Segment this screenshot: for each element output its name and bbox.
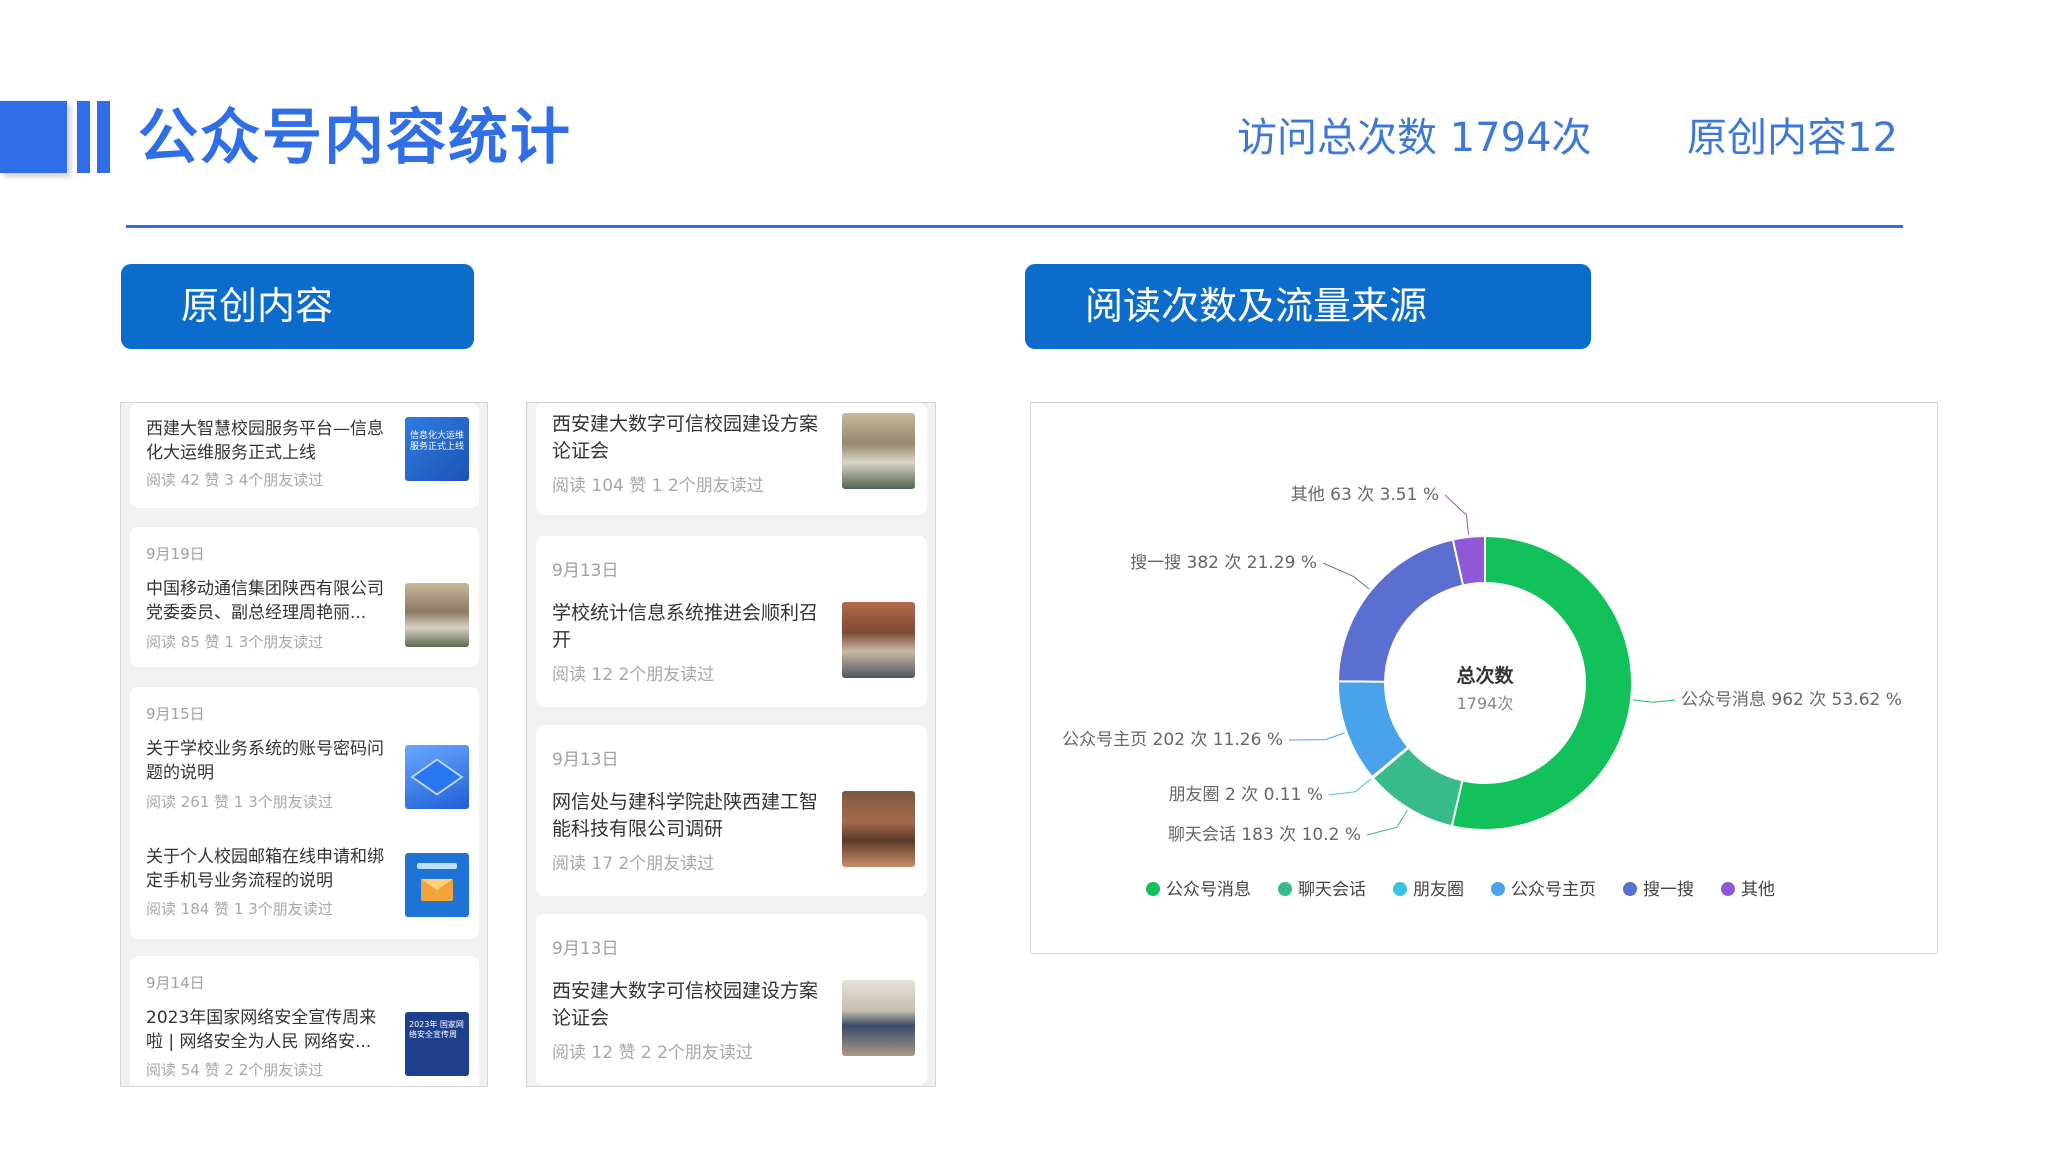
legend-label: 公众号主页 [1511, 880, 1596, 900]
leader-line-3 [1288, 732, 1345, 741]
slice-label-1: 聊天会话 183 次 10.2 % [1168, 825, 1361, 845]
legend-label: 朋友圈 [1413, 880, 1464, 900]
legend-item-0[interactable]: 公众号消息 [1146, 880, 1251, 900]
legend-item-3[interactable]: 公众号主页 [1491, 880, 1596, 900]
article-title[interactable]: 关于个人校园邮箱在线申请和绑定手机号业务流程的说明 [146, 845, 386, 893]
header-decor-block [0, 101, 67, 173]
article-list-column-1[interactable]: 西建大智慧校园服务平台—信息化大运维服务正式上线 阅读 42 赞 3 4个朋友读… [120, 402, 488, 1087]
donut-slice-4[interactable] [1336, 538, 1465, 683]
article-meta: 阅读 12 赞 2 2个朋友读过 [552, 1043, 753, 1063]
article-meta: 阅读 261 赞 1 3个朋友读过 [146, 793, 333, 811]
legend-marker [1278, 882, 1292, 896]
chart-center-total: 1794次 [1457, 694, 1514, 713]
article-title[interactable]: 西安建大数字可信校园建设方案论证会 [552, 978, 827, 1032]
chart-center-title: 总次数 [1456, 664, 1514, 687]
total-visits-stat: 访问总次数 1794次 [1237, 112, 1592, 164]
article-card[interactable]: 9月13日 网信处与建科学院赴陕西建工智能科技有限公司调研 阅读 17 2个朋友… [536, 725, 927, 896]
leader-line-4 [1322, 562, 1370, 590]
article-thumbnail[interactable]: 2023年 国家网络安全宣传周 [405, 1012, 469, 1076]
legend-label: 其他 [1741, 880, 1775, 900]
legend-label: 聊天会话 [1298, 880, 1366, 900]
article-date: 9月19日 [146, 545, 205, 563]
header-decor-bar [97, 101, 110, 173]
page-title: 公众号内容统计 [138, 103, 572, 173]
article-date: 9月14日 [146, 974, 205, 992]
legend-item-2[interactable]: 朋友圈 [1393, 880, 1464, 900]
leader-line-1 [1366, 809, 1408, 836]
article-title[interactable]: 中国移动通信集团陕西有限公司党委委员、副总经理周艳丽... [146, 577, 386, 625]
article-list-column-2[interactable]: 西安建大数字可信校园建设方案论证会 阅读 104 赞 1 2个朋友读过 9月13… [526, 402, 936, 1087]
section-label-original: 原创内容 [121, 264, 474, 349]
article-card[interactable]: 9月19日 中国移动通信集团陕西有限公司党委委员、副总经理周艳丽... 阅读 8… [130, 527, 479, 667]
section-label-reads: 阅读次数及流量来源 [1025, 264, 1591, 349]
article-title[interactable]: 网信处与建科学院赴陕西建工智能科技有限公司调研 [552, 789, 827, 843]
thumbnail-caption: 信息化大运维服务正式上线 [409, 431, 464, 452]
article-title[interactable]: 关于学校业务系统的账号密码问题的说明 [146, 737, 386, 785]
article-thumbnail[interactable] [842, 980, 915, 1056]
traffic-source-donut-chart: 公众号消息 962 次 53.62 % 聊天会话 183 次 10.2 % 朋友圈 … [1062, 485, 1902, 900]
total-visits-value: 1794次 [1449, 115, 1592, 161]
legend-item-5[interactable]: 其他 [1721, 880, 1775, 900]
thumbnail-caption: 2023年 国家网络安全宣传周 [409, 1020, 464, 1039]
article-title[interactable]: 西建大智慧校园服务平台—信息化大运维服务正式上线 [146, 417, 386, 465]
legend-marker [1721, 882, 1735, 896]
legend-marker [1491, 882, 1505, 896]
article-date: 9月15日 [146, 705, 205, 723]
article-card[interactable]: 9月13日 学校统计信息系统推进会顺利召开 阅读 12 2个朋友读过 [536, 536, 927, 707]
slice-label-5: 其他 63 次 3.51 % [1291, 485, 1439, 505]
article-thumbnail[interactable]: 信息化大运维服务正式上线 [405, 417, 469, 481]
header-divider [126, 225, 1903, 228]
article-thumbnail[interactable] [842, 791, 915, 867]
legend-item-1[interactable]: 聊天会话 [1278, 880, 1366, 900]
legend-label: 搜一搜 [1643, 880, 1694, 900]
article-meta: 阅读 12 2个朋友读过 [552, 665, 715, 685]
slice-label-0: 公众号消息 962 次 53.62 % [1681, 690, 1902, 710]
article-meta: 阅读 17 2个朋友读过 [552, 854, 715, 874]
article-date: 9月13日 [552, 750, 619, 770]
leader-line-0 [1632, 699, 1676, 703]
article-title[interactable]: 西安建大数字可信校园建设方案论证会 [552, 411, 827, 465]
article-thumbnail[interactable] [842, 413, 915, 489]
article-meta: 阅读 85 赞 1 3个朋友读过 [146, 633, 324, 651]
legend-marker [1146, 882, 1160, 896]
article-title[interactable]: 2023年国家网络安全宣传周来啦 | 网络安全为人民 网络安... [146, 1006, 386, 1054]
article-thumbnail[interactable] [405, 583, 469, 647]
article-card[interactable]: 西安建大数字可信校园建设方案论证会 阅读 104 赞 1 2个朋友读过 [536, 403, 927, 515]
traffic-source-chart-panel: 公众号消息 962 次 53.62 % 聊天会话 183 次 10.2 % 朋友圈 … [1030, 402, 1938, 954]
legend-marker [1623, 882, 1637, 896]
article-card[interactable]: 9月14日 2023年国家网络安全宣传周来啦 | 网络安全为人民 网络安... … [130, 956, 479, 1086]
article-date: 9月13日 [552, 939, 619, 959]
original-count-stat: 原创内容12 [1687, 115, 1898, 161]
slice-label-3: 公众号主页 202 次 11.26 % [1062, 730, 1283, 750]
article-thumbnail[interactable] [405, 745, 469, 809]
article-date: 9月13日 [552, 561, 619, 581]
article-card[interactable]: 9月13日 西安建大数字可信校园建设方案论证会 阅读 12 赞 2 2个朋友读过 [536, 914, 927, 1085]
slice-label-2: 朋友圈 2 次 0.11 % [1169, 785, 1323, 805]
article-meta: 阅读 54 赞 2 2个朋友读过 [146, 1061, 324, 1079]
article-meta: 阅读 184 赞 1 3个朋友读过 [146, 900, 333, 918]
leader-line-5 [1444, 494, 1470, 535]
leader-line-2 [1328, 778, 1372, 796]
legend-item-4[interactable]: 搜一搜 [1623, 880, 1694, 900]
article-meta: 阅读 42 赞 3 4个朋友读过 [146, 471, 324, 489]
legend-label: 公众号消息 [1166, 880, 1251, 900]
article-title[interactable]: 学校统计信息系统推进会顺利召开 [552, 600, 827, 654]
legend-marker [1393, 882, 1407, 896]
total-visits-label: 访问总次数 [1237, 115, 1437, 161]
article-card-group: 9月15日 关于学校业务系统的账号密码问题的说明 阅读 261 赞 1 3个朋友… [130, 687, 479, 939]
article-meta: 阅读 104 赞 1 2个朋友读过 [552, 476, 764, 496]
header-decor-bar [77, 101, 90, 173]
mail-icon[interactable] [405, 853, 469, 917]
slice-label-4: 搜一搜 382 次 21.29 % [1130, 553, 1317, 573]
article-thumbnail[interactable] [842, 602, 915, 678]
article-card[interactable]: 西建大智慧校园服务平台—信息化大运维服务正式上线 阅读 42 赞 3 4个朋友读… [130, 403, 479, 508]
